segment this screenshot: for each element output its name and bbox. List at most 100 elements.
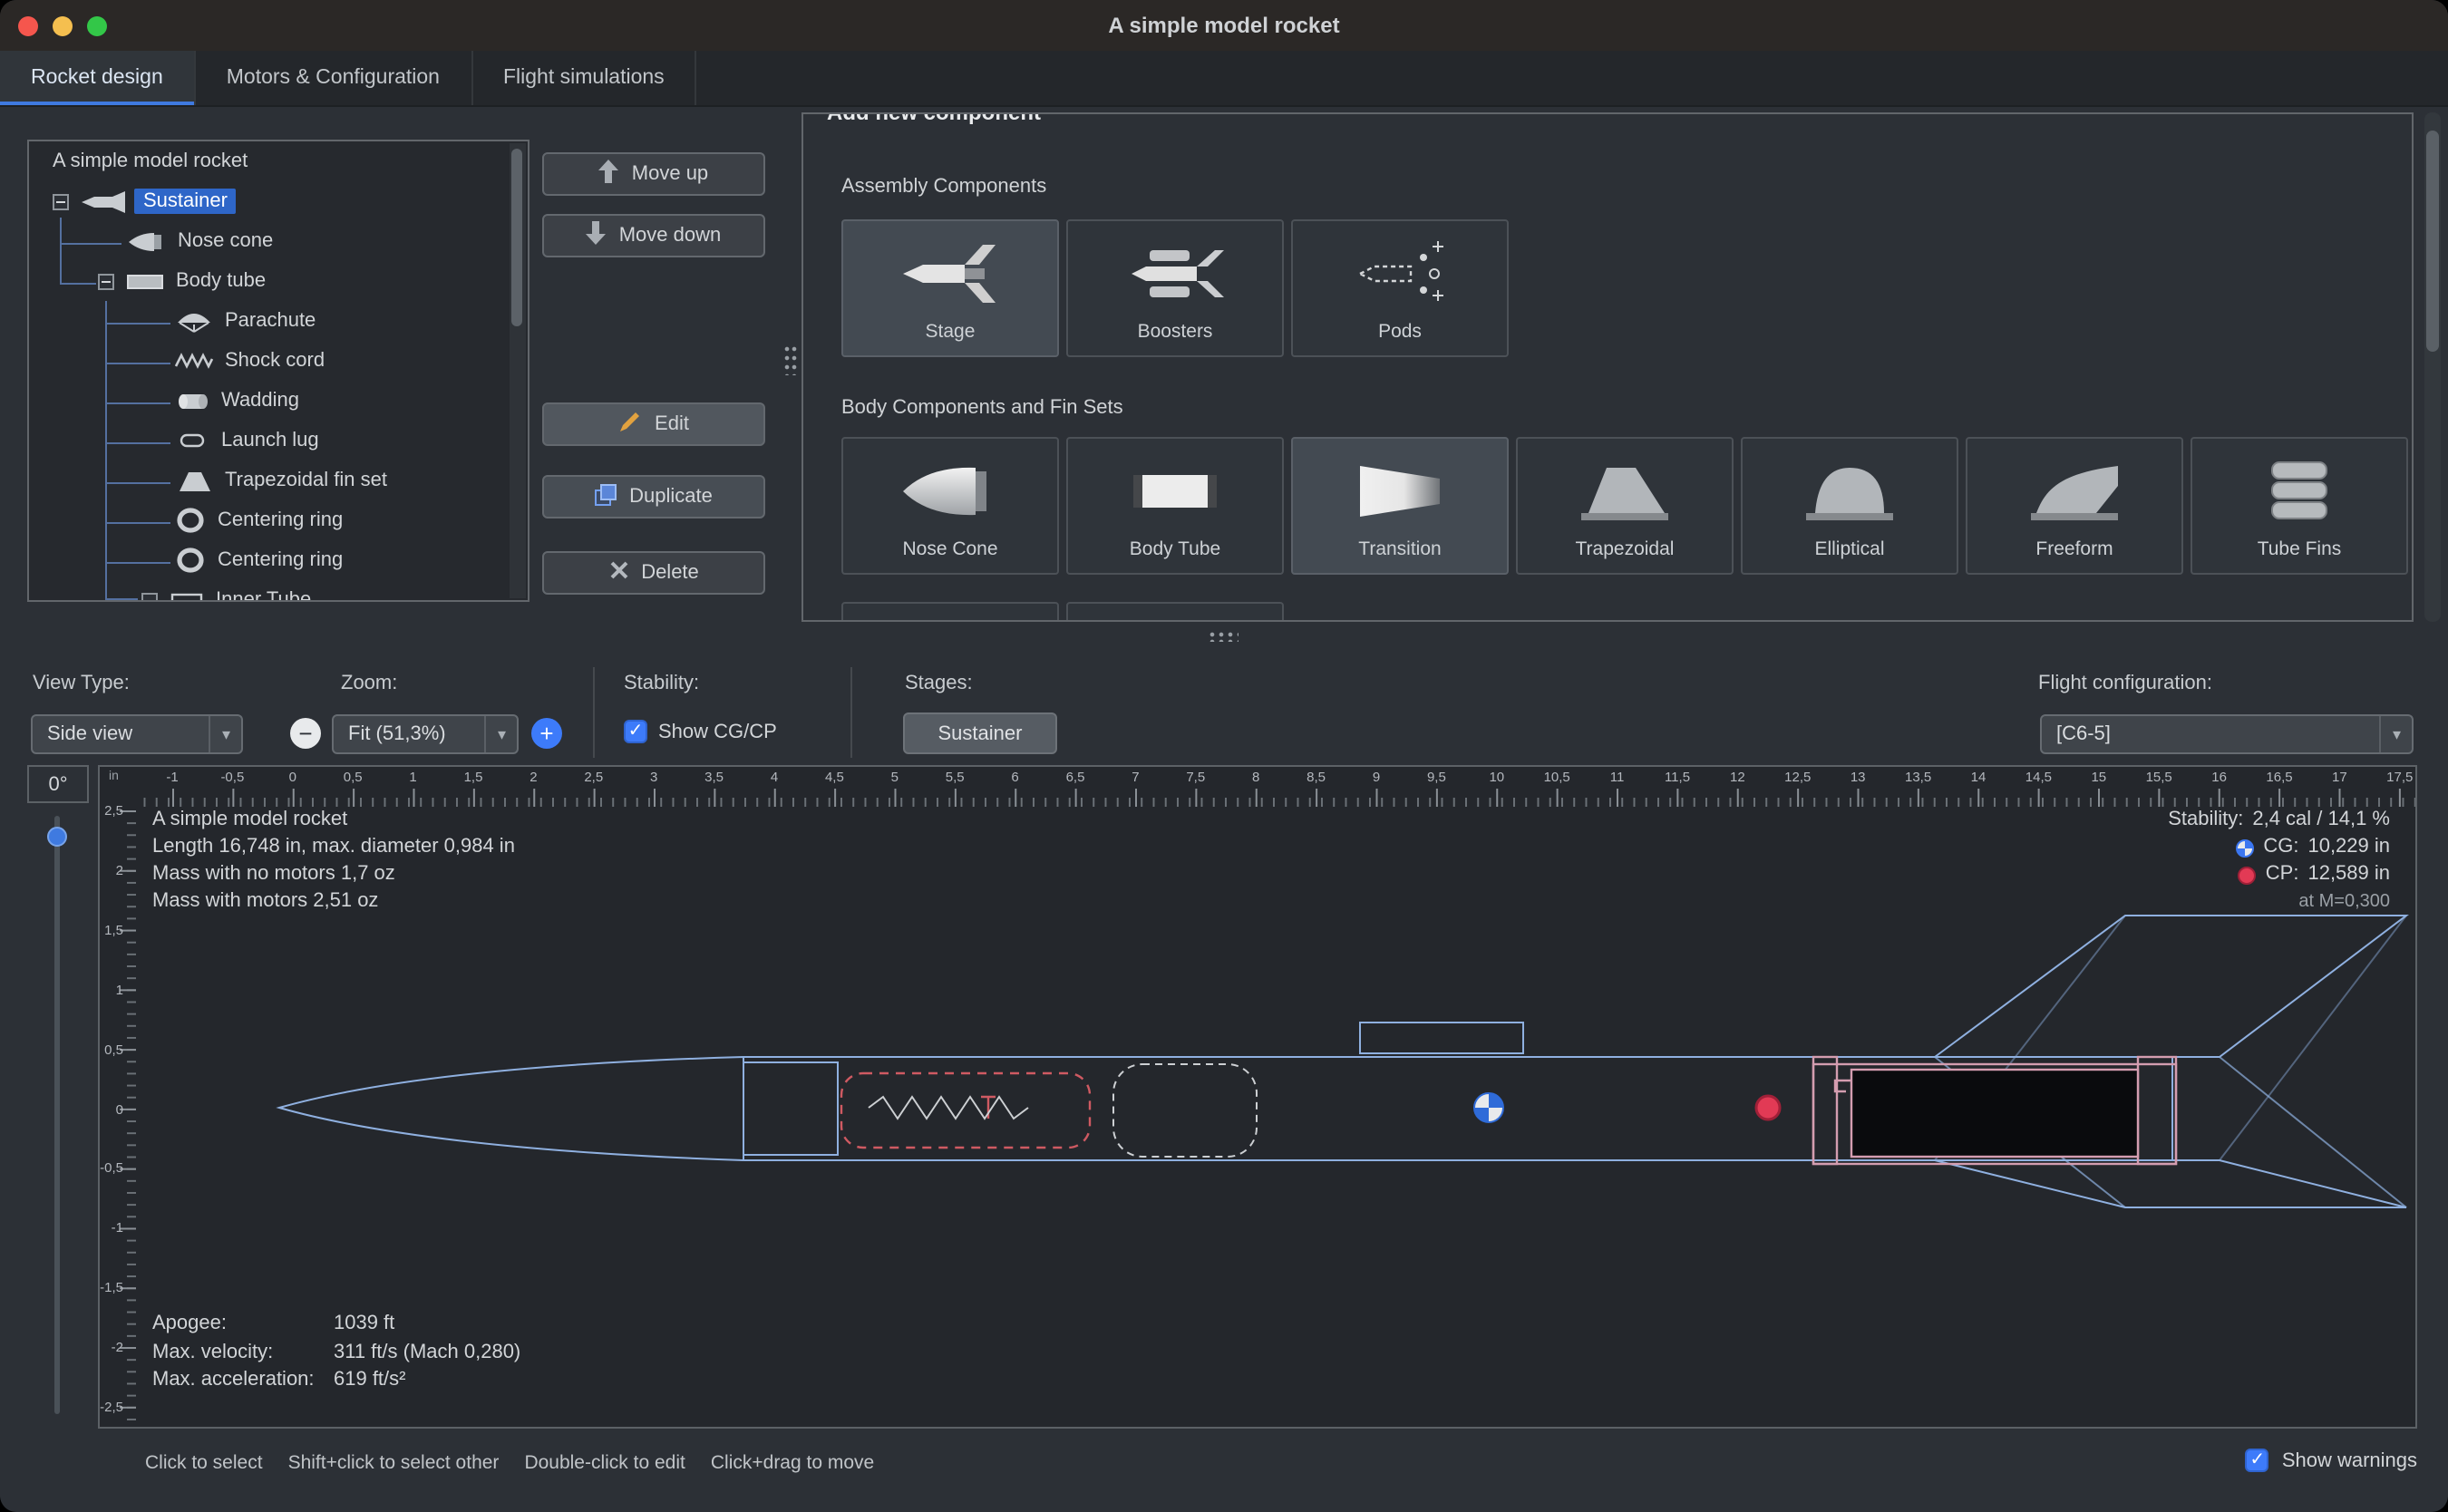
status-hint: Double-click to edit	[524, 1452, 685, 1474]
inner-tube-icon	[169, 589, 205, 602]
nose-cone-icon	[127, 229, 167, 253]
rocket-info-block: A simple model rocket Length 16,748 in, …	[152, 807, 515, 916]
show-cgcp-checkbox[interactable]	[624, 720, 647, 743]
mach-note: at M=0,300	[2298, 888, 2390, 916]
component-tile-pods[interactable]: Pods	[1291, 219, 1509, 357]
clipped-tiles-row	[841, 602, 1284, 622]
tab-label: Rocket design	[31, 67, 163, 89]
tab-rocket-design[interactable]: Rocket design	[0, 51, 196, 105]
component-tile-boosters[interactable]: Boosters	[1066, 219, 1284, 357]
stages-label: Stages:	[905, 673, 973, 694]
tree-item-shock-cord[interactable]: Shock cord	[29, 341, 528, 381]
minimize-window-button[interactable]	[53, 16, 73, 36]
rotation-slider[interactable]	[54, 816, 60, 1414]
body-tiles: Nose Cone Body Tube Transition Trapezoid…	[841, 437, 2408, 575]
shock-cord-outline	[1113, 1064, 1257, 1157]
centering-ring-icon	[174, 548, 207, 573]
panel-scrollbar-thumb[interactable]	[2426, 131, 2439, 352]
elliptical-fin-icon	[1743, 453, 1957, 529]
collapse-toggle-icon[interactable]	[98, 273, 114, 289]
tree-item-label: Launch lug	[221, 430, 319, 451]
collapse-toggle-icon[interactable]	[141, 592, 158, 602]
tree-scrollbar-thumb[interactable]	[511, 149, 522, 326]
tree-item-parachute[interactable]: Parachute	[29, 301, 528, 341]
component-tile-transition[interactable]: Transition	[1291, 437, 1509, 575]
component-tile-trapezoidal[interactable]: Trapezoidal	[1516, 437, 1734, 575]
view-type-select[interactable]: Side view ▾	[31, 714, 243, 754]
show-warnings-checkbox[interactable]	[2246, 1449, 2269, 1472]
centering-ring-outline	[1813, 1057, 1837, 1164]
edit-button[interactable]: Edit	[542, 402, 765, 446]
splitter-handle-vertical[interactable]	[783, 344, 798, 375]
tab-motors-configuration[interactable]: Motors & Configuration	[196, 51, 472, 105]
cp-symbol	[1756, 1096, 1780, 1119]
tree-scrollbar[interactable]	[510, 143, 526, 598]
tree-item-wadding[interactable]: Wadding	[29, 381, 528, 421]
rotation-angle-display: 0°	[27, 765, 89, 803]
component-tile-clipped[interactable]	[841, 602, 1059, 622]
tree-item-launch-lug[interactable]: Launch lug	[29, 421, 528, 460]
view-type-label: View Type:	[33, 673, 130, 694]
centering-ring-outline	[2138, 1057, 2176, 1164]
tree-item-label: A simple model rocket	[53, 150, 248, 172]
tree-item-nose-cone[interactable]: Nose cone	[29, 221, 528, 261]
component-tree: A simple model rocket Sustainer Nose con…	[27, 140, 529, 602]
arrow-down-icon	[587, 221, 607, 250]
splitter-handle-horizontal[interactable]	[1208, 631, 1239, 642]
tree-item-inner-tube[interactable]: Inner Tube	[29, 580, 528, 602]
cp-icon	[2239, 866, 2257, 884]
component-tile-clipped[interactable]	[1066, 602, 1284, 622]
component-tile-nose-cone[interactable]: Nose Cone	[841, 437, 1059, 575]
component-tile-elliptical[interactable]: Elliptical	[1741, 437, 1958, 575]
move-down-button[interactable]: Move down	[542, 214, 765, 257]
rocket-icon	[80, 189, 127, 213]
zoom-in-button[interactable]: +	[531, 718, 562, 749]
flight-configuration-label: Flight configuration:	[2038, 673, 2212, 694]
stability-label: Stability:	[624, 673, 699, 694]
component-tile-stage[interactable]: Stage	[841, 219, 1059, 357]
duplicate-button[interactable]: Duplicate	[542, 475, 765, 519]
button-label: Move up	[632, 163, 708, 185]
status-hint: Shift+click to select other	[288, 1452, 500, 1474]
component-tile-body-tube[interactable]: Body Tube	[1066, 437, 1284, 575]
stage-toggle-sustainer[interactable]: Sustainer	[903, 712, 1057, 754]
rocket-design-canvas[interactable]: in -1-0,500,511,522,533,544,555,566,577,…	[98, 765, 2417, 1429]
tile-label: Trapezoidal	[1576, 538, 1675, 560]
tree-item-sustainer[interactable]: Sustainer	[29, 181, 528, 221]
component-tile-tube-fins[interactable]: Tube Fins	[2191, 437, 2408, 575]
chevron-down-icon: ▾	[2380, 716, 2412, 752]
tab-flight-simulations[interactable]: Flight simulations	[472, 51, 697, 105]
tile-label: Elliptical	[1814, 538, 1884, 560]
maximize-window-button[interactable]	[87, 16, 107, 36]
flight-summary-block: Apogee:1039 ft Max. velocity:311 ft/s (M…	[152, 1311, 520, 1395]
stability-caption: Stability:	[2168, 807, 2243, 834]
tile-label: Stage	[926, 321, 976, 343]
motor-outline	[1851, 1070, 2138, 1157]
collapse-toggle-icon[interactable]	[53, 193, 69, 209]
cp-caption: CP:	[2266, 861, 2299, 888]
move-up-button[interactable]: Move up	[542, 152, 765, 196]
zoom-select[interactable]: Fit (51,3%) ▾	[332, 714, 519, 754]
trapezoidal-fin-icon	[1518, 453, 1732, 529]
tree-item-rocket-root[interactable]: A simple model rocket	[29, 141, 528, 181]
tree-item-body-tube[interactable]: Body tube	[29, 261, 528, 301]
cg-symbol	[1474, 1093, 1503, 1122]
component-tile-freeform[interactable]: Freeform	[1966, 437, 2183, 575]
flight-configuration-select[interactable]: [C6-5] ▾	[2040, 714, 2414, 754]
tree-item-label: Sustainer	[134, 189, 237, 214]
close-window-button[interactable]	[18, 16, 38, 36]
fin-set-icon	[174, 469, 214, 492]
rocket-mass-empty: Mass with no motors 1,7 oz	[152, 861, 515, 888]
tree-item-trapezoidal-fin-set[interactable]: Trapezoidal fin set	[29, 460, 528, 500]
button-label: Move down	[619, 225, 722, 247]
tree-item-centering-ring-2[interactable]: Centering ring	[29, 540, 528, 580]
window-controls	[18, 16, 107, 36]
centering-ring-icon	[174, 508, 207, 533]
transition-icon	[1293, 453, 1507, 529]
delete-button[interactable]: Delete	[542, 551, 765, 595]
toolbar-separator	[850, 667, 852, 758]
rotation-slider-thumb[interactable]	[47, 827, 67, 847]
tree-item-centering-ring-1[interactable]: Centering ring	[29, 500, 528, 540]
zoom-out-button[interactable]: −	[290, 718, 321, 749]
tile-label: Boosters	[1138, 321, 1213, 343]
